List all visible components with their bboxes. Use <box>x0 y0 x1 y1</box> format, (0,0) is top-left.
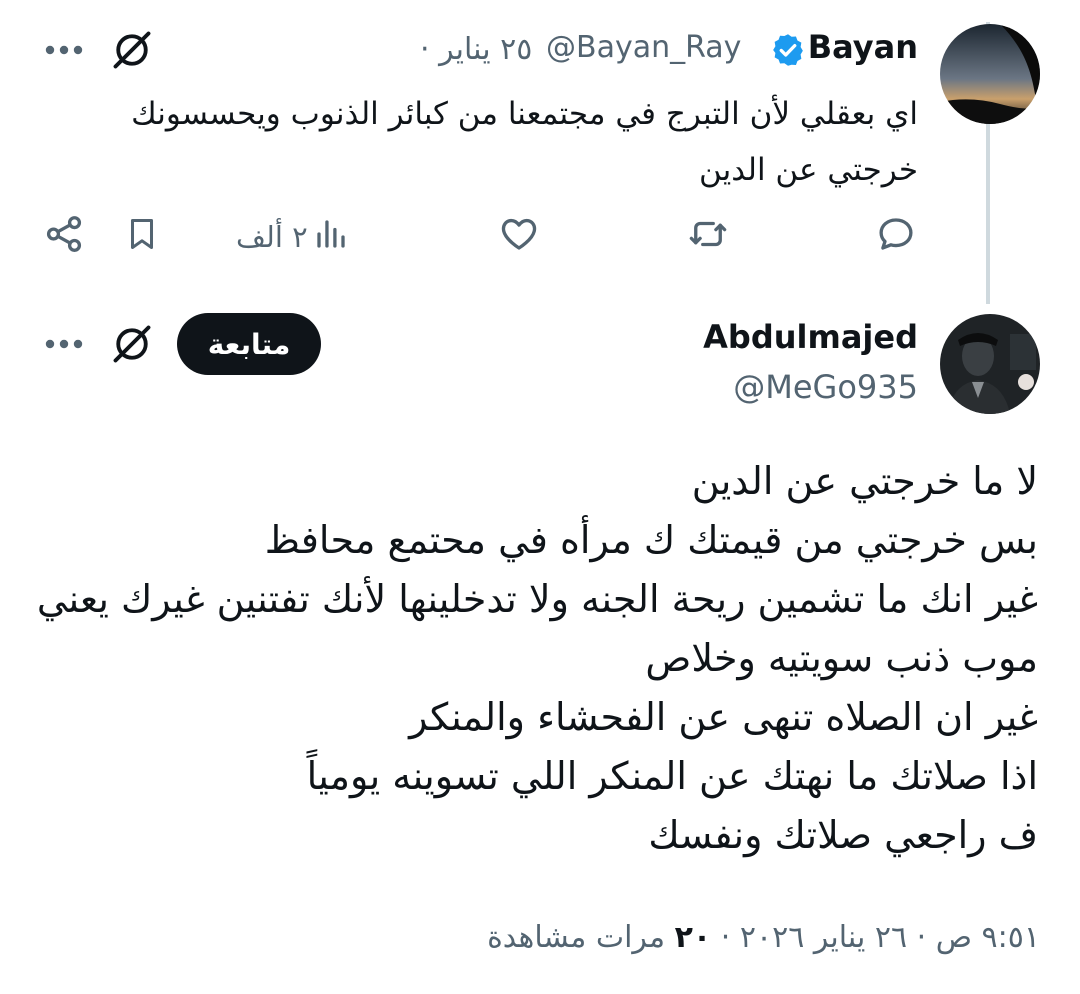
avatar-abdulmajed-image <box>940 314 1040 414</box>
views-label: مرات مشاهدة <box>487 920 666 955</box>
author-handle[interactable]: @Bayan_Ray <box>546 30 741 65</box>
meta-separator: · <box>916 920 927 955</box>
share-icon[interactable] <box>42 212 86 256</box>
avatar-bayan-image <box>940 24 1040 124</box>
meta-separator: · <box>720 920 731 955</box>
tweet-footer-meta: ٩:٥١ ص · ٢٦ يناير ٢٠٢٦ · ٢٠ مرات مشاهدة <box>487 920 1040 955</box>
author-handle[interactable]: @MeGo935 <box>733 368 918 406</box>
grok-icon[interactable] <box>108 26 156 74</box>
verified-badge-icon <box>770 32 806 68</box>
views-icon[interactable] <box>312 214 350 254</box>
tweet-text-line: موب ذنب سويتيه وخلاص <box>645 636 1038 680</box>
reply-icon[interactable] <box>874 212 918 256</box>
more-icon[interactable] <box>44 324 84 364</box>
tweet-text-line: غير ان الصلاه تنهى عن الفحشاء والمنكر <box>409 695 1038 739</box>
tweet-date[interactable]: ٢٥ يناير <box>439 32 532 67</box>
grok-icon[interactable] <box>108 320 156 368</box>
author-name[interactable]: Abdulmajed <box>703 318 918 356</box>
tweet-text-line: اذا صلاتك ما نهتك عن المنكر اللي تسوينه … <box>306 754 1038 798</box>
reply-tweet-text: اي بعقلي لأن التبرج في مجتمعنا من كبائر … <box>118 86 918 198</box>
meta-separator: · <box>420 32 430 67</box>
tweet-text-line: خرجتي عن الدين <box>699 152 918 188</box>
avatar-bayan[interactable] <box>940 24 1040 124</box>
tweet-text-line: بس خرجتي من قيمتك ك مرأه في محتمع محافظ <box>264 518 1038 562</box>
tweet-time[interactable]: ٩:٥١ ص <box>936 920 1040 955</box>
main-tweet-text: لا ما خرجتي عن الدين بس خرجتي من قيمتك ك… <box>36 452 1038 865</box>
views-count[interactable]: ٢ ألف <box>236 220 308 254</box>
follow-button[interactable]: متابعة <box>177 313 321 375</box>
avatar-abdulmajed[interactable] <box>940 314 1040 414</box>
more-icon[interactable] <box>44 30 84 70</box>
views-count: ٢٠ <box>674 920 712 955</box>
tweet-text-line: غير انك ما تشمين ريحة الجنه ولا تدخلينها… <box>36 577 1038 621</box>
tweet-text-line: ف راجعي صلاتك ونفسك <box>648 813 1038 857</box>
tweet-text-line: اي بعقلي لأن التبرج في مجتمعنا من كبائر … <box>131 96 918 132</box>
tweet-date-group: ٢٥ يناير · <box>420 32 532 67</box>
bookmark-icon[interactable] <box>122 212 162 256</box>
like-icon[interactable] <box>496 212 542 256</box>
retweet-icon[interactable] <box>684 212 732 256</box>
tweet-text-line: لا ما خرجتي عن الدين <box>691 459 1038 503</box>
tweet-full-date[interactable]: ٢٦ يناير ٢٠٢٦ <box>740 920 907 955</box>
author-name[interactable]: Bayan <box>808 28 918 66</box>
